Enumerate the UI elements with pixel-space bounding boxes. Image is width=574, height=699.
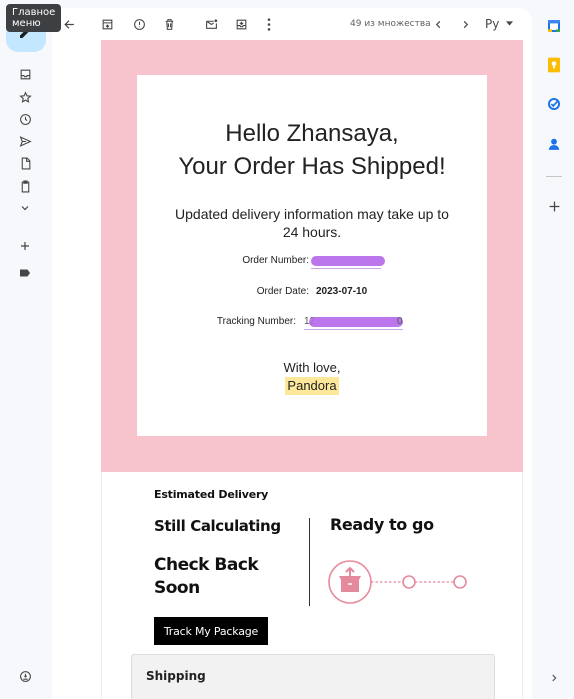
language-value: Ру — [485, 17, 500, 31]
check-back-text: Check Back Soon — [154, 555, 259, 598]
tracking-number-redacted — [309, 317, 403, 327]
star-icon[interactable] — [15, 87, 35, 107]
left-rail: Главное меню — [0, 0, 62, 699]
delete-icon[interactable] — [160, 15, 178, 33]
tracking-suffix[interactable]: 0 — [397, 316, 403, 327]
shipping-header: Shipping — [146, 669, 206, 683]
email-signoff: With love, Pandora — [137, 359, 487, 395]
caret-down-icon — [506, 21, 514, 26]
delivery-section: Estimated Delivery Still Calculating Che… — [101, 472, 523, 699]
message-pane: 49 из множества Ру Hello Zhansaya, Your … — [52, 8, 532, 699]
message-count: 49 из множества — [350, 19, 431, 29]
still-calculating-text: Still Calculating — [154, 517, 281, 535]
order-date-value: 2023-07-10 — [316, 286, 368, 297]
email-header-banner: Hello Zhansaya, Your Order Has Shipped! … — [101, 40, 523, 472]
chevron-right-icon[interactable] — [456, 15, 474, 33]
progress-step-3 — [453, 575, 467, 589]
tracking-number-label: Tracking Number: — [216, 316, 296, 327]
brand-name: Pandora — [285, 377, 339, 395]
order-number-label: Order Number: — [242, 255, 309, 266]
signoff-text: With love, — [283, 360, 341, 375]
archive-icon[interactable] — [98, 15, 116, 33]
track-package-button[interactable]: Track My Package — [154, 617, 268, 645]
chevron-right-icon[interactable] — [544, 668, 564, 688]
support-icon[interactable] — [15, 666, 35, 686]
main-menu-tooltip: Главное меню — [6, 4, 62, 32]
more-vert-icon[interactable] — [260, 15, 278, 33]
move-to-icon[interactable] — [232, 15, 250, 33]
progress-step-2 — [402, 575, 416, 589]
greeting-line-1: Hello Zhansaya, — [225, 120, 399, 147]
order-number-underline — [311, 268, 381, 269]
send-icon[interactable] — [15, 131, 35, 151]
label-icon[interactable] — [15, 263, 35, 283]
report-spam-icon[interactable] — [130, 15, 148, 33]
language-selector[interactable]: Ру — [485, 17, 514, 31]
arrow-back-icon[interactable] — [60, 15, 78, 33]
tracking-number-underline — [304, 329, 403, 330]
plus-icon[interactable] — [15, 236, 35, 256]
keep-icon[interactable] — [544, 55, 564, 75]
greeting-line-2: Your Order Has Shipped! — [178, 153, 446, 180]
email-greeting: Hello Zhansaya, Your Order Has Shipped! — [137, 117, 487, 183]
plus-icon[interactable] — [544, 196, 564, 216]
mail-app: Главное меню 49 из множества Ру Hello Zh… — [0, 0, 574, 699]
tasks-icon[interactable] — [544, 94, 564, 114]
email-card: Hello Zhansaya, Your Order Has Shipped! … — [137, 75, 487, 436]
message-toolbar: 49 из множества Ру — [52, 8, 532, 40]
right-rail — [532, 0, 574, 699]
clock-icon[interactable] — [15, 109, 35, 129]
shipping-progress-tracker — [328, 560, 467, 604]
section-divider — [309, 518, 310, 606]
calendar-icon[interactable] — [544, 16, 564, 36]
chevron-left-icon[interactable] — [429, 15, 447, 33]
email-subtitle: Updated delivery information may take up… — [175, 206, 449, 240]
contacts-icon[interactable] — [544, 134, 564, 154]
ready-to-go-text: Ready to go — [330, 515, 434, 534]
chevron-down-icon[interactable] — [15, 198, 35, 218]
right-rail-separator — [546, 176, 562, 177]
order-date-label: Order Date: — [256, 286, 309, 297]
order-number-redacted — [311, 256, 385, 266]
email-body: Hello Zhansaya, Your Order Has Shipped! … — [52, 40, 532, 699]
file-icon[interactable] — [15, 153, 35, 173]
inbox-icon[interactable] — [15, 64, 35, 84]
estimated-delivery-label: Estimated Delivery — [154, 488, 269, 501]
shipping-panel[interactable]: Shipping — [131, 654, 495, 699]
box-icon — [339, 566, 361, 592]
mark-unread-icon[interactable] — [202, 15, 220, 33]
clipboard-icon[interactable] — [15, 176, 35, 196]
